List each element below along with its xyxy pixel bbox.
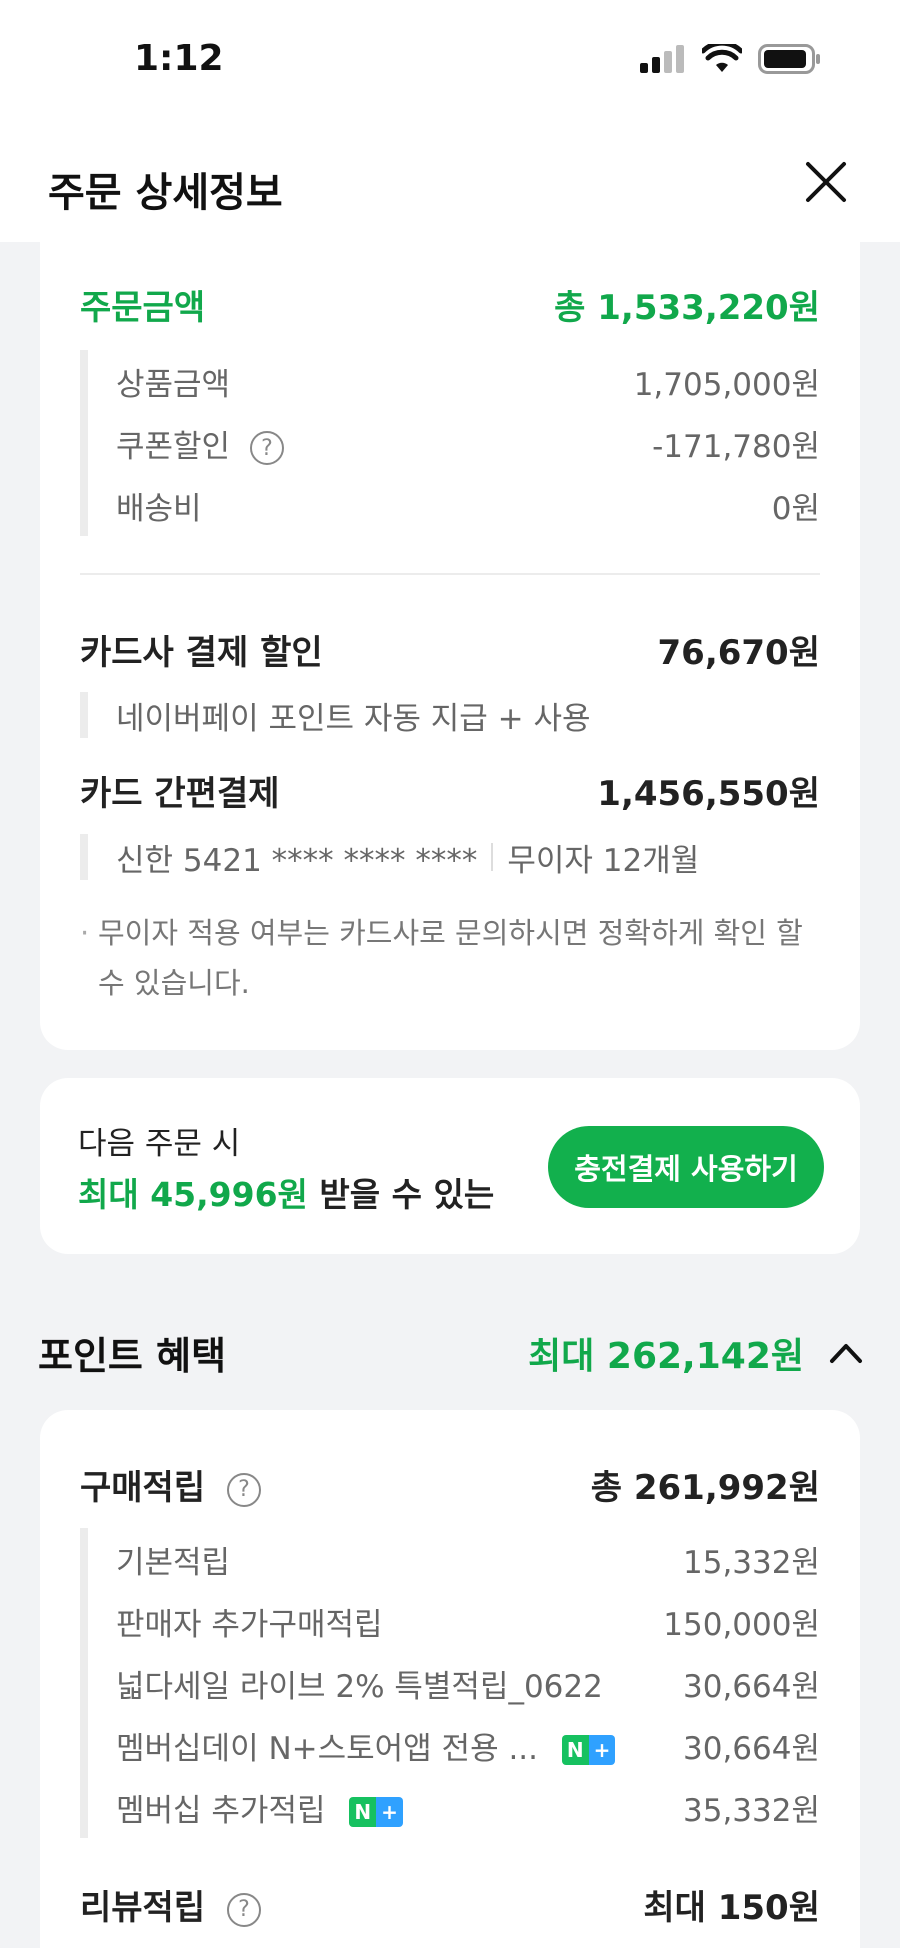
- status-icons: [640, 44, 822, 74]
- points-section-header[interactable]: 포인트 혜택 최대 262,142원: [38, 1325, 866, 1380]
- page-title: 주문 상세정보: [48, 170, 283, 216]
- item-label: 멤버십 추가적립: [116, 1792, 326, 1829]
- badge-plus: +: [376, 1797, 403, 1827]
- help-icon[interactable]: ?: [226, 1892, 261, 1927]
- list-item: 판매자 추가구매적립 150,000원: [88, 1590, 820, 1652]
- list-item: 신한 5421 **** **** **** 무이자 12개월: [88, 834, 820, 880]
- card-payment-label: 카드 간편결제: [80, 774, 280, 814]
- help-icon[interactable]: ?: [249, 431, 284, 465]
- card-payment-row: 카드 간편결제 1,456,550원: [80, 766, 820, 815]
- nplus-badge: N +: [561, 1735, 616, 1765]
- detail-text: 네이버페이 포인트 자동 지급 + 사용: [116, 700, 591, 737]
- installment-note: · 무이자 적용 여부는 카드사로 문의하시면 정확하게 확인 할 수 있습니다…: [80, 908, 810, 1008]
- help-icon[interactable]: ?: [226, 1472, 261, 1507]
- promo-line1: 다음 주문 시: [78, 1126, 241, 1162]
- list-item: 멤버십데이 N+스토어앱 전용 ... N + 30,664원: [88, 1714, 820, 1776]
- item-label: 판매자 추가구매적립: [116, 1606, 383, 1643]
- promo-card: 다음 주문 시 최대 45,996원 받을 수 있는 충전결제 사용하기: [40, 1078, 860, 1254]
- item-label: 기본적립: [116, 1544, 231, 1581]
- card-discount-row: 카드사 결제 할인 76,670원: [80, 625, 820, 674]
- purchase-points-total: 총 261,992원: [590, 1468, 820, 1508]
- battery-icon: [758, 44, 820, 74]
- close-icon[interactable]: [804, 160, 848, 204]
- card-payment-value: 1,456,550원: [597, 774, 820, 814]
- header: 주문 상세정보: [0, 120, 900, 242]
- item-value: 15,332원: [683, 1544, 820, 1581]
- order-total-row: 주문금액 총 1,533,220원: [80, 280, 820, 329]
- card-discount-label: 카드사 결제 할인: [80, 633, 323, 673]
- card-discount-detail: 네이버페이 포인트 자동 지급 + 사용: [80, 692, 820, 738]
- list-item: 쿠폰할인 ? -171,780원: [88, 412, 820, 474]
- item-value: 35,332원: [683, 1792, 820, 1829]
- item-value: 1,705,000원: [633, 366, 820, 403]
- card-discount-value: 76,670원: [657, 633, 820, 673]
- wifi-icon: [702, 44, 742, 72]
- bullet: ·: [80, 916, 90, 950]
- card-info: 신한 5421 **** **** **** 무이자 12개월: [80, 834, 820, 880]
- card-number: 신한 5421 **** **** ****: [116, 842, 478, 879]
- badge-n: N: [349, 1797, 377, 1827]
- list-item: 상품금액 1,705,000원: [88, 350, 820, 412]
- promo-highlight: 최대 45,996원: [78, 1175, 308, 1214]
- points-card: 구매적립 ? 총 261,992원 기본적립 15,332원 판매자 추가구매적…: [40, 1410, 860, 1948]
- signal-icon: [640, 45, 684, 73]
- purchase-points-breakdown: 기본적립 15,332원 판매자 추가구매적립 150,000원 넓다세일 라이…: [80, 1528, 820, 1838]
- points-max: 최대 262,142원: [528, 1335, 804, 1377]
- review-points-row: 리뷰적립 ? 최대 150원: [80, 1880, 820, 1929]
- badge-plus: +: [588, 1735, 616, 1765]
- list-item: 넓다세일 라이브 2% 특별적립_0622 30,664원: [88, 1652, 820, 1714]
- item-value: 150,000원: [663, 1606, 820, 1643]
- item-label: 배송비: [116, 490, 202, 527]
- charge-pay-button[interactable]: 충전결제 사용하기: [548, 1126, 824, 1208]
- separator: [491, 843, 494, 871]
- section-title: 포인트 혜택: [38, 1334, 227, 1378]
- order-summary-card: 주문금액 총 1,533,220원 상품금액 1,705,000원 쿠폰할인 ?…: [40, 230, 860, 1050]
- list-item: 배송비 0원: [88, 474, 820, 536]
- divider: [80, 573, 820, 575]
- purchase-points-label: 구매적립: [80, 1468, 206, 1508]
- order-amount-label: 주문금액: [80, 288, 206, 328]
- purchase-points-row: 구매적립 ? 총 261,992원: [80, 1460, 820, 1509]
- item-value: 30,664원: [683, 1668, 820, 1705]
- status-time: 1:12: [134, 38, 224, 79]
- promo-rest: 받을 수 있는: [307, 1175, 495, 1214]
- review-points-value: 최대 150원: [643, 1888, 820, 1928]
- list-item: 네이버페이 포인트 자동 지급 + 사용: [88, 692, 820, 738]
- item-value: 0원: [771, 490, 820, 527]
- item-label: 넓다세일 라이브 2% 특별적립_0622: [116, 1668, 603, 1705]
- list-item: 기본적립 15,332원: [88, 1528, 820, 1590]
- review-points-label: 리뷰적립: [80, 1888, 206, 1928]
- item-label: 멤버십데이 N+스토어앱 전용 ...: [116, 1730, 539, 1767]
- promo-line2: 최대 45,996원 받을 수 있는: [78, 1168, 494, 1216]
- item-label: 상품금액: [116, 366, 231, 403]
- list-item: 멤버십 추가적립 N + 35,332원: [88, 1776, 820, 1838]
- order-breakdown: 상품금액 1,705,000원 쿠폰할인 ? -171,780원 배송비 0원: [80, 350, 820, 536]
- chevron-up-icon[interactable]: [826, 1333, 866, 1373]
- nplus-badge: N +: [349, 1797, 403, 1827]
- item-label: 쿠폰할인: [116, 428, 231, 465]
- status-bar: 1:12: [0, 0, 900, 120]
- item-value: 30,664원: [683, 1730, 820, 1767]
- item-value: -171,780원: [652, 428, 820, 465]
- badge-n: N: [561, 1735, 589, 1765]
- order-total-value: 총 1,533,220원: [554, 288, 820, 328]
- note-text: 무이자 적용 여부는 카드사로 문의하시면 정확하게 확인 할 수 있습니다.: [98, 916, 803, 1000]
- installment: 무이자 12개월: [507, 842, 700, 879]
